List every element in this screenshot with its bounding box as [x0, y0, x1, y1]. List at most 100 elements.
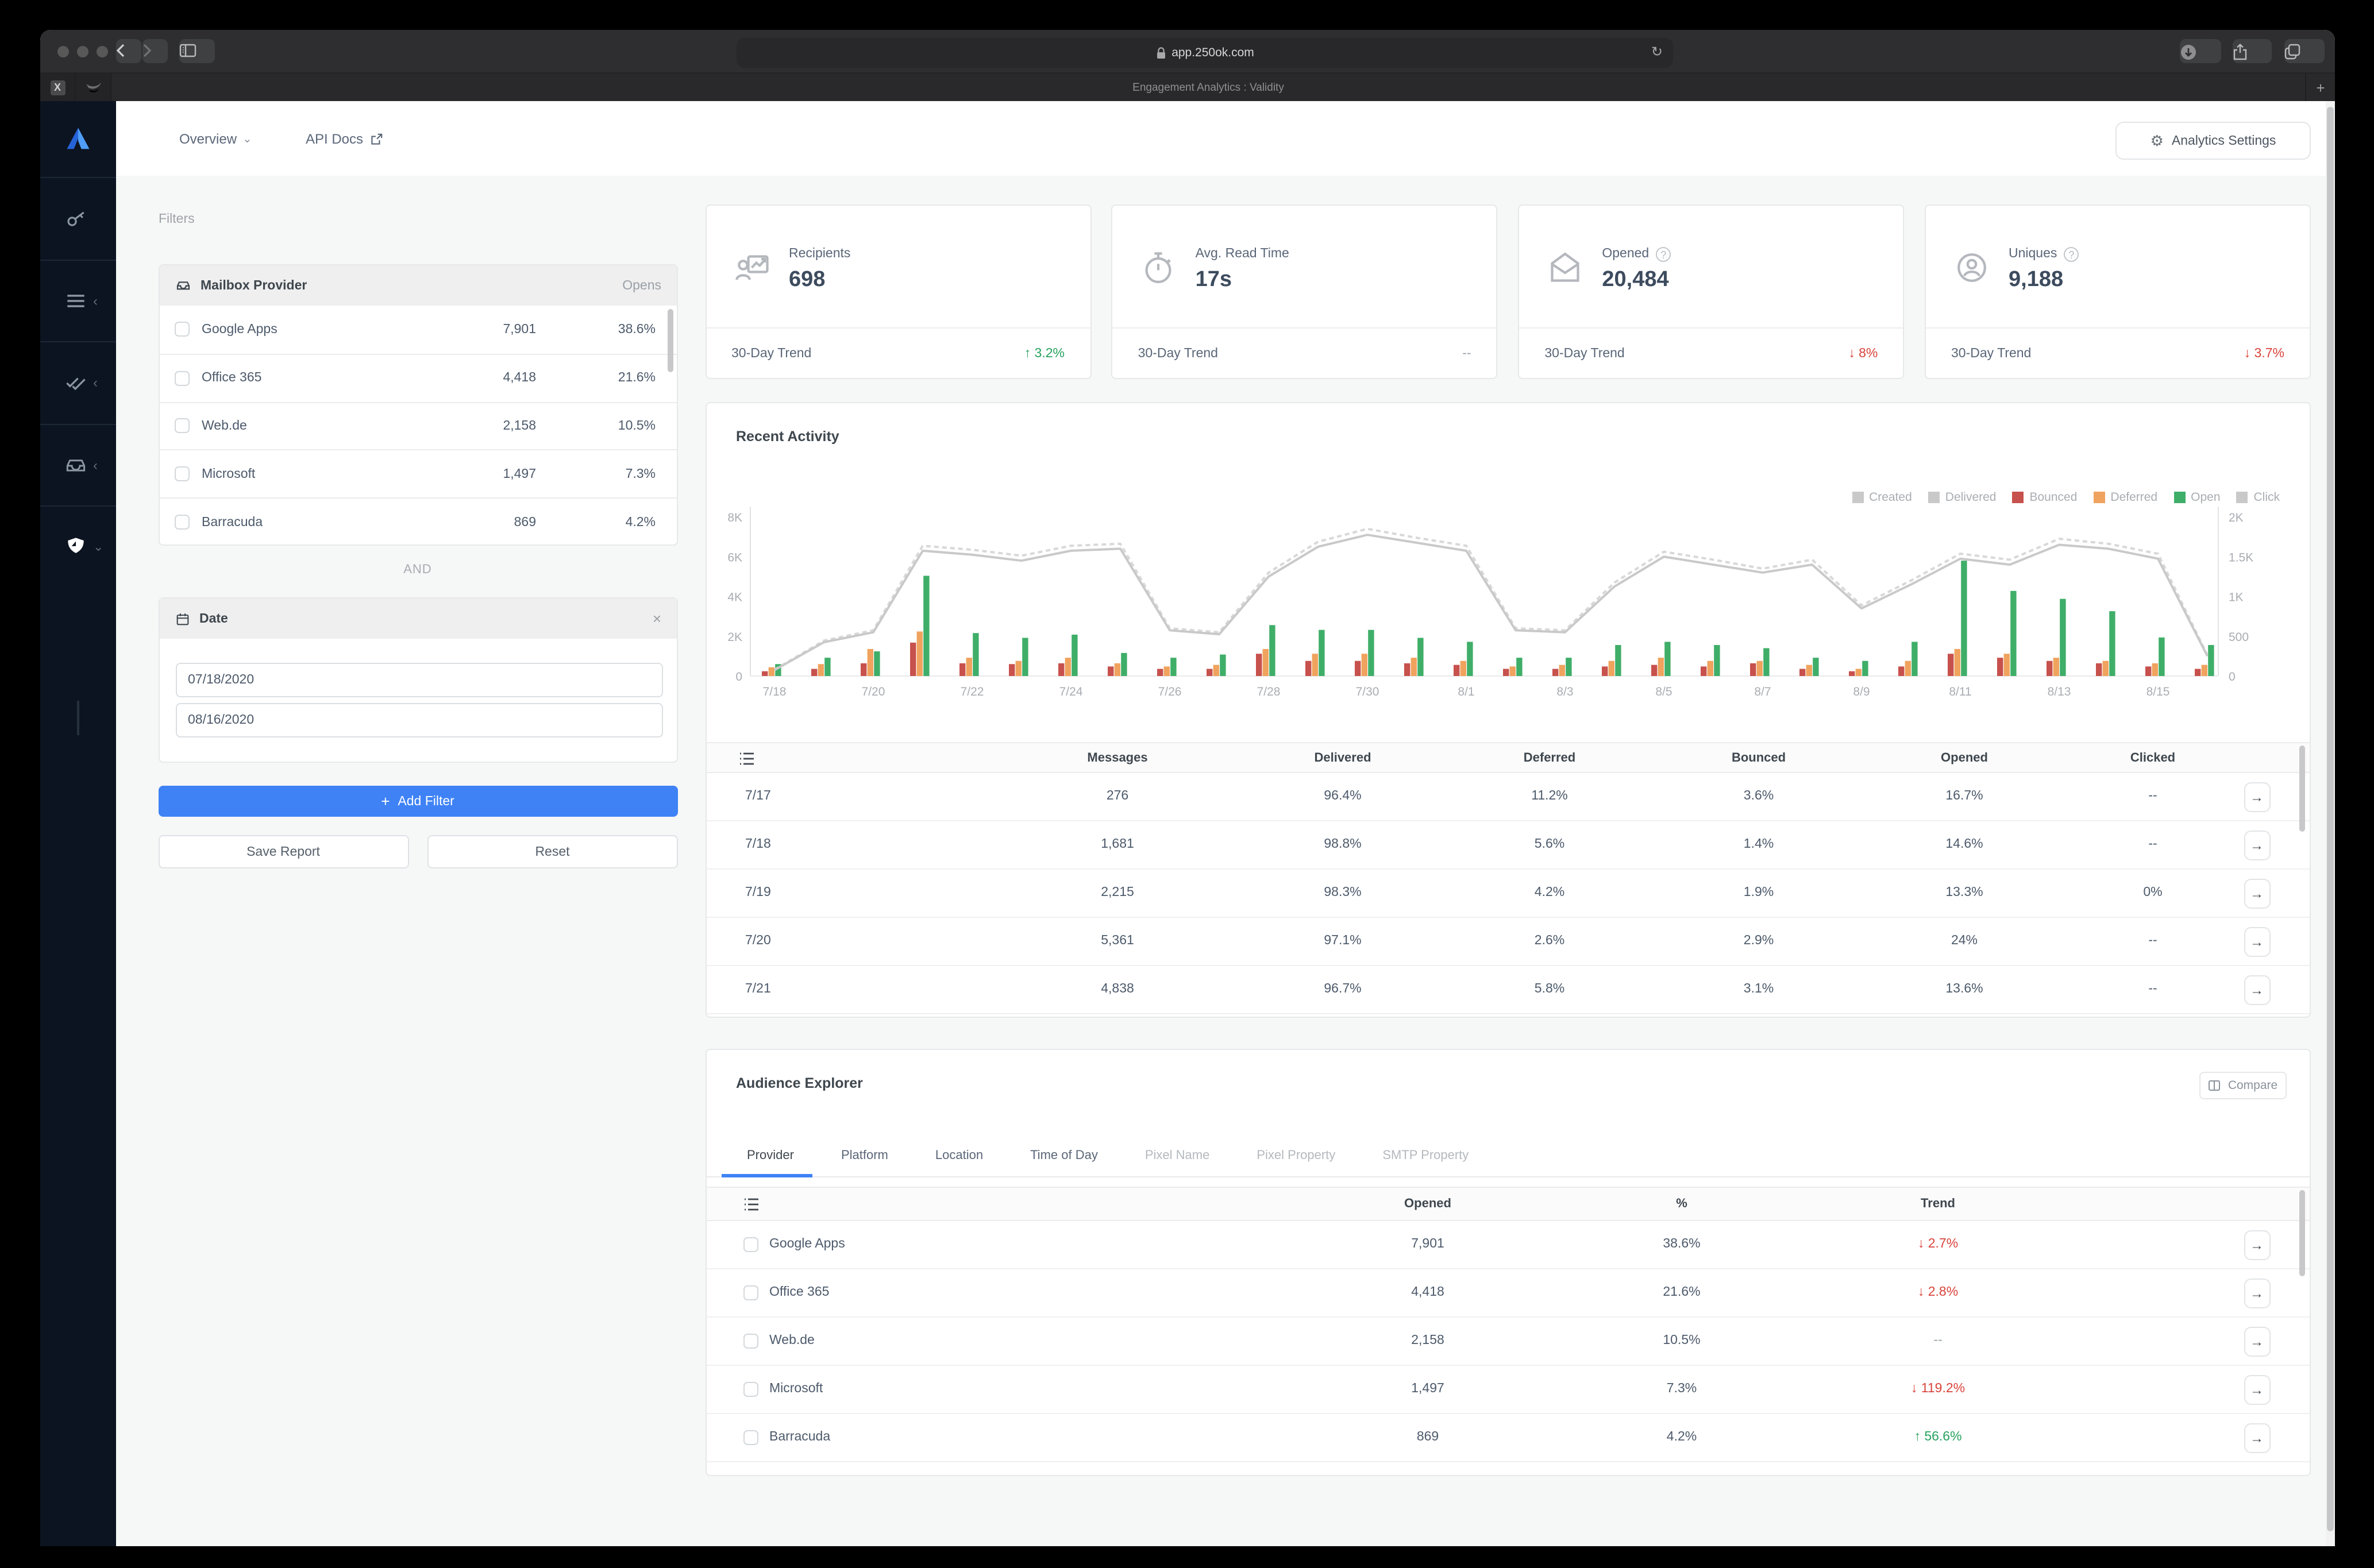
date-end-input[interactable]: 08/16/2020	[175, 703, 662, 737]
checkbox[interactable]	[743, 1237, 758, 1252]
person-circle-icon	[1957, 253, 1986, 281]
row-detail-arrow-button[interactable]: →	[2244, 1423, 2270, 1453]
share-icon[interactable]	[2233, 39, 2272, 63]
list-icon[interactable]	[738, 751, 754, 766]
row-detail-arrow-button[interactable]: →	[2244, 1374, 2270, 1404]
pinned-tab-validity[interactable]	[76, 74, 111, 101]
checkbox[interactable]	[174, 322, 189, 337]
nav-api-docs[interactable]: API Docs	[306, 131, 384, 147]
provider-row[interactable]: Google Apps 7,901 38.6%	[159, 306, 676, 354]
filter-conjunction: AND	[403, 563, 432, 577]
close-icon[interactable]: ×	[653, 610, 661, 627]
provider-row[interactable]: Web.de 2,158 10.5%	[159, 401, 676, 450]
provider-row[interactable]: Barracuda 869 4.2%	[159, 497, 676, 544]
page-scrollbar[interactable]	[2326, 101, 2335, 1546]
date-filter-card: Date × 07/18/2020 08/16/2020	[158, 597, 677, 763]
minimize-window-button[interactable]	[77, 46, 88, 57]
tab-smtp-property[interactable]: SMTP Property	[1382, 1142, 1469, 1176]
row-detail-arrow-button[interactable]: →	[2244, 1278, 2270, 1308]
row-detail-arrow-button[interactable]: →	[2244, 782, 2270, 812]
trend-value: ↓ 3.7%	[2244, 346, 2284, 360]
sidebar-item-inbox[interactable]: ‹	[40, 423, 116, 505]
checkbox[interactable]	[743, 1333, 758, 1348]
row-detail-arrow-button[interactable]: →	[2244, 926, 2270, 956]
stat-label: Opened	[1602, 247, 1650, 261]
forward-button[interactable]	[142, 39, 168, 63]
key-icon	[67, 212, 84, 227]
tab-time-of-day[interactable]: Time of Day	[1030, 1142, 1098, 1176]
svg-text:1K: 1K	[2228, 591, 2243, 604]
zoom-window-button[interactable]	[97, 46, 108, 57]
save-report-button[interactable]: Save Report	[158, 835, 408, 868]
scrollbar-thumb[interactable]	[2299, 746, 2305, 832]
checkbox[interactable]	[174, 418, 189, 434]
add-filter-button[interactable]: + Add Filter	[158, 786, 677, 817]
help-icon[interactable]: ?	[2064, 246, 2079, 261]
trend-value: --	[1462, 346, 1471, 360]
checkbox[interactable]	[174, 466, 189, 482]
back-button[interactable]	[116, 39, 141, 63]
date-start-input[interactable]: 07/18/2020	[175, 663, 662, 697]
analytics-settings-button[interactable]: ⚙ Analytics Settings	[2115, 122, 2311, 160]
page-scrollbar-thumb[interactable]	[2327, 107, 2334, 1531]
downloads-icon[interactable]	[2180, 39, 2221, 63]
sidebar-logo[interactable]	[40, 101, 116, 177]
sidebar-item-lists[interactable]: ‹	[40, 259, 116, 341]
filter-card-header: Mailbox Provider Opens	[159, 265, 676, 306]
stat-card-uniques: Uniques? 9,188 30-Day Trend ↓ 3.7%	[1925, 204, 2311, 379]
sidebar-toggle-icon[interactable]	[179, 39, 215, 63]
audience-row: Google Apps 7,901 38.6% ↓ 2.7% →	[706, 1221, 2310, 1269]
provider-list: Google Apps 7,901 38.6% Office 365 4,418 21.…	[159, 306, 676, 544]
tab-location[interactable]: Location	[935, 1142, 983, 1176]
page-header	[116, 101, 2335, 176]
250ok-logo-icon	[67, 128, 90, 149]
row-detail-arrow-button[interactable]: →	[2244, 1230, 2270, 1260]
help-icon[interactable]: ?	[1656, 246, 1671, 261]
scrollbar-thumb[interactable]	[2299, 1190, 2305, 1276]
checkbox[interactable]	[174, 370, 189, 386]
row-detail-arrow-button[interactable]: →	[2244, 878, 2270, 908]
svg-text:7/24: 7/24	[1059, 685, 1082, 698]
svg-text:8/15: 8/15	[2146, 685, 2169, 698]
pinned-tab-excel[interactable]: X	[40, 74, 76, 101]
address-bar[interactable]: app.250ok.com ↻	[737, 38, 1673, 68]
url-text: app.250ok.com	[1171, 46, 1254, 60]
row-detail-arrow-button[interactable]: →	[2244, 830, 2270, 860]
sidebar-item-engagement[interactable]: ⌄	[40, 505, 116, 588]
close-window-button[interactable]	[57, 46, 69, 57]
row-detail-arrow-button[interactable]: →	[2244, 1326, 2270, 1356]
active-tab-underline	[722, 1174, 812, 1177]
checkbox[interactable]	[743, 1381, 758, 1396]
svg-text:8/13: 8/13	[2047, 685, 2071, 698]
checkbox[interactable]	[743, 1285, 758, 1300]
stat-card-read-time: Avg. Read Time 17s 30-Day Trend --	[1111, 204, 1498, 379]
svg-text:6K: 6K	[727, 551, 742, 564]
checkbox[interactable]	[174, 515, 189, 530]
sidebar-item-validation[interactable]: ‹	[40, 341, 116, 423]
audience-row: Barracuda 869 4.2% ↑ 56.6% →	[706, 1414, 2310, 1462]
row-detail-arrow-button[interactable]: →	[2244, 975, 2270, 1005]
lock-icon	[1157, 47, 1165, 58]
tab-provider[interactable]: Provider	[747, 1142, 794, 1176]
active-tab[interactable]: Engagement Analytics : Validity	[111, 74, 2305, 101]
reload-icon[interactable]: ↻	[1651, 44, 1663, 60]
tab-pixel-property[interactable]: Pixel Property	[1257, 1142, 1335, 1176]
nav-overview[interactable]: Overview ⌄	[179, 131, 252, 147]
chevron-down-icon: ⌄	[93, 540, 104, 555]
stat-label: Avg. Read Time	[1195, 246, 1289, 260]
person-chart-icon	[735, 254, 768, 280]
scrollbar-thumb[interactable]	[667, 309, 673, 372]
new-tab-button[interactable]: +	[2305, 74, 2335, 101]
reset-button[interactable]: Reset	[427, 835, 677, 868]
sidebar-item-keys[interactable]	[40, 177, 116, 259]
tab-pixel-name[interactable]: Pixel Name	[1145, 1142, 1210, 1176]
audience-row: Web.de 2,158 10.5% -- →	[706, 1318, 2310, 1366]
tab-overview-icon[interactable]	[2284, 39, 2325, 63]
provider-row[interactable]: Microsoft 1,497 7.3%	[159, 449, 676, 498]
tab-platform[interactable]: Platform	[841, 1142, 888, 1176]
provider-row[interactable]: Office 365 4,418 21.6%	[159, 353, 676, 402]
checkbox[interactable]	[743, 1430, 758, 1445]
stat-label: Recipients	[789, 246, 851, 260]
compare-button[interactable]: Compare	[2199, 1072, 2286, 1099]
list-icon[interactable]	[743, 1197, 759, 1212]
